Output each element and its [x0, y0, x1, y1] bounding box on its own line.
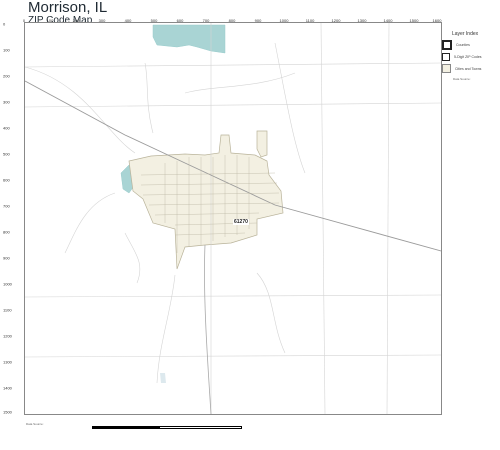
legend-title: Layer Index: [452, 31, 479, 37]
legend: Layer Index Counties 5-Digit ZIP Codes C…: [442, 28, 498, 81]
left-tick: 1100: [3, 307, 12, 313]
legend-item-zip: 5-Digit ZIP Codes: [442, 53, 498, 61]
highway: [204, 244, 212, 414]
legend-item-cities: Cities and Towns: [442, 64, 498, 73]
legend-label: Cities and Towns: [455, 66, 482, 71]
left-tick: 400: [3, 125, 10, 131]
footer-note: Data Source:: [26, 422, 44, 426]
left-tick: 200: [3, 73, 10, 79]
left-tick: 100: [3, 47, 10, 53]
water-body: [160, 373, 166, 383]
left-tick: 0: [3, 21, 6, 27]
legend-note: Data Source:: [453, 77, 471, 81]
city-boundary: [256, 130, 268, 158]
left-tick: 700: [3, 203, 10, 209]
left-tick: 1200: [3, 333, 12, 339]
legend-header: Layer Index: [442, 31, 498, 37]
left-tick: 800: [3, 229, 10, 235]
scale-bar: [92, 426, 242, 430]
left-tick: 1400: [3, 385, 12, 391]
legend-swatch-cities: [442, 64, 451, 73]
left-tick: 1300: [3, 359, 12, 365]
legend-label: 5-Digit ZIP Codes: [454, 55, 482, 59]
left-tick: 1000: [3, 281, 12, 287]
left-tick: 1500: [3, 409, 12, 415]
left-tick: 300: [3, 99, 10, 105]
left-tick: 500: [3, 151, 10, 157]
left-tick: 900: [3, 255, 10, 261]
map-canvas[interactable]: 61270: [24, 22, 442, 415]
water-body: [152, 24, 226, 54]
left-tick: 600: [3, 177, 10, 183]
zip-code-label: 61270: [233, 219, 249, 225]
legend-item-counties: Counties: [442, 40, 498, 50]
legend-swatch-zip: [442, 53, 450, 61]
legend-label: Counties: [456, 43, 470, 47]
page-title: Morrison, IL: [28, 0, 108, 16]
legend-swatch-counties: [442, 40, 452, 50]
scale-bar-light: [159, 426, 242, 429]
scale-bar-dark: [92, 426, 159, 429]
